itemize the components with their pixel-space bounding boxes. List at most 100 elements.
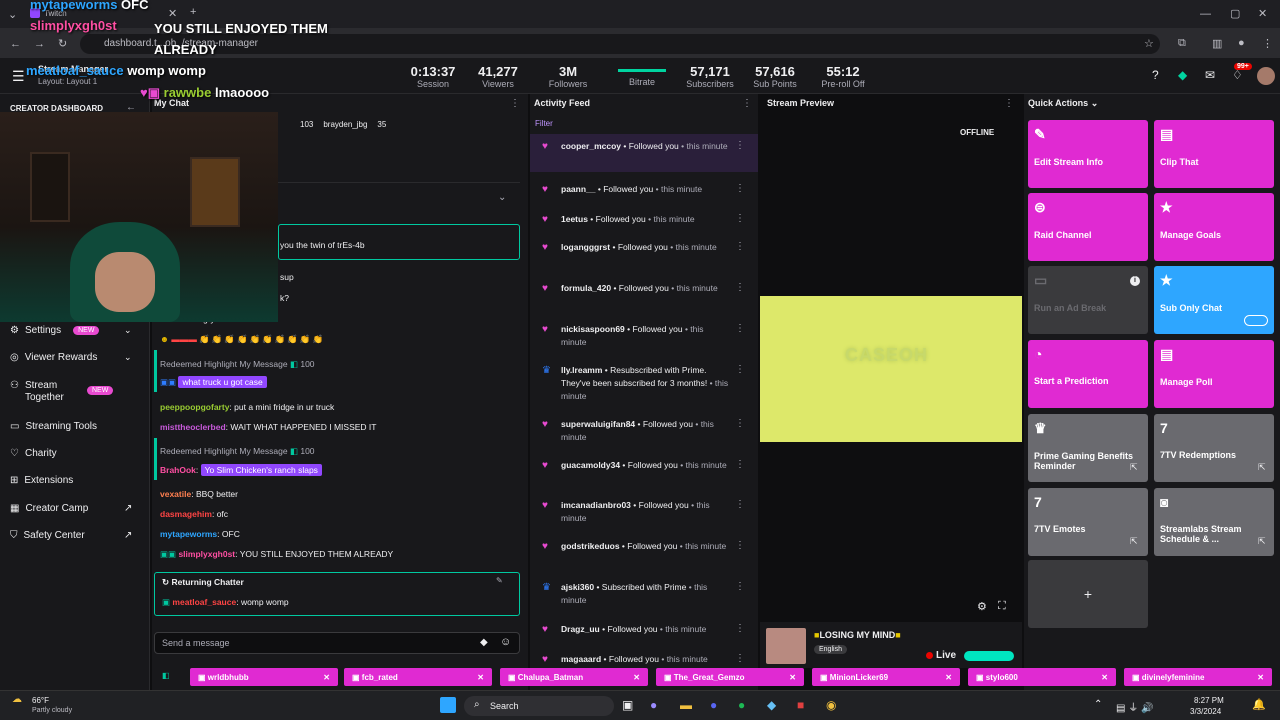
chrome-icon[interactable]: ◉ <box>826 698 836 712</box>
chevron-down-icon[interactable]: ⌄ <box>498 192 506 203</box>
item-menu-icon[interactable]: ⋮ <box>735 364 745 375</box>
chat-username[interactable]: misttheoclerbed <box>160 422 226 432</box>
activity-username[interactable]: ajski360 <box>561 582 594 592</box>
back-icon[interactable]: ← <box>10 38 21 50</box>
activity-item[interactable]: nickisaspoon69 • Followed you • this min… <box>561 323 731 349</box>
taskbar-search[interactable] <box>464 696 614 716</box>
close-icon[interactable]: ✕ <box>1101 673 1108 682</box>
close-icon[interactable]: ✕ <box>323 673 330 682</box>
chat-username[interactable]: meatloaf_sauce <box>172 597 236 607</box>
activity-username[interactable]: 1eetus <box>561 214 588 224</box>
close-icon[interactable]: ✕ <box>945 673 952 682</box>
activity-username[interactable]: imcanadianbro03 <box>561 500 631 510</box>
sidebar-item-extensions[interactable]: ⊞ Extensions <box>10 475 73 486</box>
activity-item[interactable]: godstrikeduos • Followed you • this minu… <box>561 540 731 553</box>
quick-action-edit-stream-info[interactable]: ✎ Edit Stream Info <box>1028 120 1148 188</box>
app-icon[interactable]: ■ <box>797 698 804 712</box>
help-icon[interactable]: ? <box>1152 68 1159 82</box>
item-menu-icon[interactable]: ⋮ <box>735 241 745 252</box>
bookmark-star-icon[interactable]: ☆ <box>1144 37 1154 50</box>
profile-icon[interactable]: ● <box>1238 37 1245 49</box>
popout-chat-tab[interactable]: ▣ fcb_rated ✕ <box>344 668 492 686</box>
activity-username[interactable]: magaaard <box>561 654 601 664</box>
quick-action-start-a-prediction[interactable]: ◔ Start a Prediction <box>1028 340 1148 408</box>
activity-username[interactable]: paann__ <box>561 184 596 194</box>
sidebar-item-viewer-rewards[interactable]: ◎ Viewer Rewards <box>10 352 97 363</box>
panel-menu-icon[interactable]: ⋮ <box>510 98 520 109</box>
chat-username[interactable]: BrahOok <box>160 465 196 475</box>
close-icon[interactable]: ✕ <box>477 673 484 682</box>
sidebar-item-creator-camp[interactable]: ▦ Creator Camp <box>10 503 88 514</box>
item-menu-icon[interactable]: ⋮ <box>735 459 745 470</box>
forward-icon[interactable]: → <box>34 38 45 50</box>
reload-icon[interactable]: ↻ <box>58 37 67 50</box>
item-menu-icon[interactable]: ⋮ <box>735 418 745 429</box>
sidebar-item-streaming-tools[interactable]: ▭ Streaming Tools <box>10 421 97 432</box>
chat-username[interactable]: peeppoopgofarty <box>160 402 229 412</box>
chevron-down-icon[interactable]: ⌄ <box>124 352 132 363</box>
notification-icon[interactable]: ♢ <box>1232 68 1243 82</box>
activity-item[interactable]: magaaard • Followed you • this minute <box>561 653 731 666</box>
windows-start-icon[interactable] <box>440 697 456 713</box>
edit-icon[interactable]: ✎ <box>496 576 503 585</box>
activity-username[interactable]: nickisaspoon69 <box>561 324 625 334</box>
item-menu-icon[interactable]: ⋮ <box>735 213 745 224</box>
item-menu-icon[interactable]: ⋮ <box>735 623 745 634</box>
sidebar-item-stream-together[interactable]: ⚇ Stream Together NEW <box>10 380 140 404</box>
activity-feed-title[interactable]: Activity Feed <box>534 98 590 108</box>
chat-username[interactable]: slimplyxgh0st <box>178 549 235 559</box>
quick-action-raid-channel[interactable]: ⊜ Raid Channel <box>1028 193 1148 261</box>
chat-username[interactable]: mytapeworms <box>160 529 217 539</box>
extensions-icon[interactable]: ⧉ <box>1178 37 1186 50</box>
activity-item[interactable]: lly.lreamm • Resubscribed with Prime. Th… <box>561 364 731 403</box>
activity-username[interactable]: guacamoldy34 <box>561 460 620 470</box>
mail-icon[interactable]: ✉ <box>1205 68 1215 82</box>
sub-only-toggle[interactable] <box>1244 315 1268 326</box>
activity-username[interactable]: formula_420 <box>561 283 611 293</box>
activity-username[interactable]: Dragz_uu <box>561 624 600 634</box>
activity-username[interactable]: godstrikeduos <box>561 541 620 551</box>
sidebar-item-charity[interactable]: ♡ Charity <box>10 448 57 459</box>
item-menu-icon[interactable]: ⋮ <box>735 540 745 551</box>
activity-item[interactable]: formula_420 • Followed you • this minute <box>561 282 731 295</box>
tray-chevron-icon[interactable]: ⌃ <box>1094 699 1102 710</box>
popout-chat-tab[interactable]: ▣ divinelyfeminine ✕ <box>1124 668 1272 686</box>
popout-chat-tab[interactable]: ▣ stylo600 ✕ <box>968 668 1116 686</box>
popout-chat-tab[interactable]: ▣ Chalupa_Batman ✕ <box>500 668 648 686</box>
filter-link[interactable]: Filter <box>535 119 553 128</box>
close-icon[interactable]: ✕ <box>789 673 796 682</box>
add-quick-action-button[interactable]: + <box>1028 560 1148 628</box>
emote-picker-icon[interactable]: ☺ <box>500 636 511 648</box>
settings-gear-icon[interactable]: ⚙ <box>977 600 987 613</box>
close-icon[interactable]: ✕ <box>1257 673 1264 682</box>
panel-menu-icon[interactable]: ⋮ <box>742 98 752 109</box>
chat-username[interactable]: vexatile <box>160 489 191 499</box>
item-menu-icon[interactable]: ⋮ <box>735 140 745 151</box>
item-menu-icon[interactable]: ⋮ <box>735 323 745 334</box>
item-menu-icon[interactable]: ⋮ <box>735 581 745 592</box>
quick-action-run-an-ad-break[interactable]: ▭ Run an Ad Break <box>1028 266 1148 334</box>
activity-item[interactable]: paann__ • Followed you • this minute <box>561 183 731 196</box>
language-tag[interactable]: English <box>814 645 847 654</box>
pin-icon[interactable]: ⇱ <box>1130 462 1138 473</box>
quick-action-streamlabs-stream-schedule[interactable]: ◙ Streamlabs Stream Schedule & ... <box>1154 488 1274 556</box>
popout-chat-tab[interactable]: ▣ MinionLicker69 ✕ <box>812 668 960 686</box>
activity-item[interactable]: logangggrst • Followed you • this minute <box>561 241 731 254</box>
popout-chat-tab[interactable]: ▣ The_Great_Gemzo ✕ <box>656 668 804 686</box>
quick-action-manage-poll[interactable]: ▤ Manage Poll <box>1154 340 1274 408</box>
sidepanel-icon[interactable]: ▥ <box>1212 37 1222 50</box>
pin-icon[interactable]: ⇱ <box>1130 536 1138 547</box>
notifications-icon[interactable]: 🔔 <box>1252 698 1266 711</box>
activity-username[interactable]: lly.lreamm <box>561 365 602 375</box>
sidebar-item-safety-center[interactable]: ⛉ Safety Center <box>10 530 85 541</box>
new-tab-icon[interactable]: + <box>190 6 196 18</box>
chatter-name[interactable]: brayden_jbg <box>323 120 367 129</box>
close-icon[interactable]: ✕ <box>633 673 640 682</box>
bits-icon[interactable]: ◆ <box>480 637 488 648</box>
activity-username[interactable]: cooper_mccoy <box>561 141 621 151</box>
minimize-icon[interactable]: — <box>1200 8 1211 20</box>
fullscreen-icon[interactable]: ⛶ <box>998 600 1006 613</box>
activity-username[interactable]: logangggrst <box>561 242 610 252</box>
chat-username[interactable]: dasmagehim <box>160 509 212 519</box>
taskview-icon[interactable]: ▣ <box>622 698 633 712</box>
